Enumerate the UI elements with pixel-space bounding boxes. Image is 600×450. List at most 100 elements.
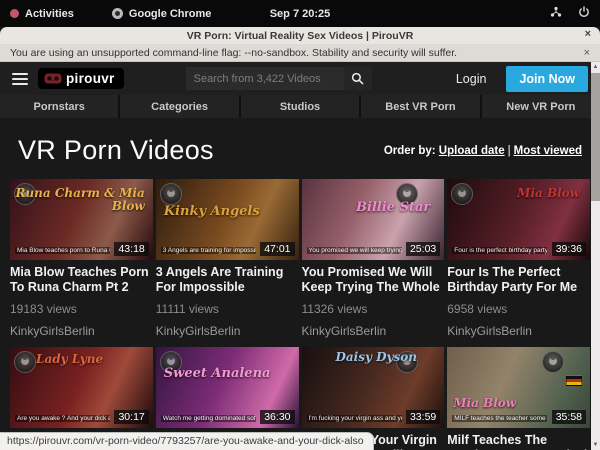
site-header: pirouvr Login Join Now	[0, 62, 600, 95]
studio-watermark-icon	[14, 351, 36, 373]
video-title[interactable]: You Promised We Will Keep Trying The Who…	[302, 265, 445, 295]
thumbnail-model-text: Daisy Dyson	[336, 351, 418, 364]
duration-badge: 43:18	[114, 242, 148, 256]
sort-link-most-viewed[interactable]: Most viewed	[514, 145, 582, 157]
thumbnail-caption: I'm fucking your virgin ass and you will…	[307, 415, 402, 422]
video-title[interactable]: Milf Teaches The Teacher Some Practical …	[447, 433, 590, 450]
video-title[interactable]: Four Is The Perfect Birthday Party For M…	[447, 265, 590, 295]
thumbnail-model-text: Sweet Analena	[164, 367, 271, 381]
order-by-label: Order by:	[384, 145, 436, 157]
video-studio-link[interactable]: KinkyGirlsBerlin	[10, 324, 153, 338]
thumbnail-caption: Mia Blow teaches porn to Runa Charm pt. …	[15, 247, 110, 254]
video-thumbnail[interactable]: Runa Charm & Mia Blow Mia Blow teaches p…	[10, 179, 153, 260]
scroll-up-icon[interactable]: ▲	[593, 62, 599, 72]
video-studio-link[interactable]: KinkyGirlsBerlin	[447, 324, 590, 338]
duration-badge: 25:03	[406, 242, 440, 256]
video-thumbnail[interactable]: Daisy Dyson I'm fucking your virgin ass …	[302, 347, 445, 428]
video-thumbnail[interactable]: Sweet Analena Watch me getting dominated…	[156, 347, 299, 428]
app-name-label: Google Chrome	[129, 8, 212, 20]
video-card[interactable]: Runa Charm & Mia Blow Mia Blow teaches p…	[10, 179, 153, 338]
duration-badge: 39:36	[552, 242, 586, 256]
studio-watermark-icon	[451, 183, 473, 205]
status-url-bubble: https://pirouvr.com/vr-porn-video/779325…	[0, 432, 374, 450]
chrome-app-icon	[112, 8, 123, 19]
site-logo[interactable]: pirouvr	[38, 68, 124, 89]
duration-badge: 35:58	[552, 410, 586, 424]
nav-item-categories[interactable]: Categories	[120, 95, 238, 118]
system-clock[interactable]: Sep 7 20:25	[0, 8, 600, 20]
login-link[interactable]: Login	[446, 72, 497, 86]
sort-separator: |	[508, 145, 511, 157]
nav-item-best-vr-porn[interactable]: Best VR Porn	[361, 95, 479, 118]
thumbnail-model-text: Mia Blow	[453, 397, 516, 410]
thumbnail-caption: 3 Angels are training for impossible mis…	[161, 247, 256, 254]
site-logo-text: pirouvr	[66, 71, 115, 86]
page-head: VR Porn Videos Order by: Upload date|Mos…	[0, 118, 600, 179]
video-thumbnail[interactable]: Kinky Angels 3 Angels are training for i…	[156, 179, 299, 260]
thumbnail-model-text: Lady Lyne	[36, 353, 103, 366]
site-nav: Pornstars Categories Studios Best VR Por…	[0, 95, 600, 118]
network-tray-icon[interactable]	[550, 6, 562, 21]
join-now-button[interactable]: Join Now	[506, 66, 588, 92]
video-thumbnail[interactable]: Billie Star You promised we will keep tr…	[302, 179, 445, 260]
window-titlebar: VR Porn: Virtual Reality Sex Videos | Pi…	[0, 27, 600, 44]
activities-label: Activities	[25, 8, 74, 20]
search-bar	[186, 67, 372, 90]
video-views: 19183 views	[10, 302, 153, 316]
studio-watermark-icon	[542, 351, 564, 373]
window-title: VR Porn: Virtual Reality Sex Videos | Pi…	[187, 30, 414, 42]
thumbnail-model-text: Billie Star	[356, 201, 430, 215]
video-thumbnail[interactable]: Lady Lyne Are you awake ? And your dick …	[10, 347, 153, 428]
recording-indicator-icon	[10, 9, 19, 18]
video-grid: Runa Charm & Mia Blow Mia Blow teaches p…	[0, 179, 600, 450]
scroll-down-icon[interactable]: ▼	[593, 440, 599, 450]
thumbnail-caption: MILF teaches the teacher some practical …	[452, 415, 547, 422]
duration-badge: 33:59	[406, 410, 440, 424]
duration-badge: 47:01	[260, 242, 294, 256]
search-button[interactable]	[344, 67, 372, 90]
duration-badge: 30:17	[114, 410, 148, 424]
page-title: VR Porn Videos	[18, 135, 214, 166]
video-card[interactable]: Mia Blow MILF teaches the teacher some p…	[447, 347, 590, 450]
video-views: 11326 views	[302, 302, 445, 316]
thumbnail-model-text: Kinky Angels	[164, 205, 260, 219]
nav-item-new-vr-porn[interactable]: New VR Porn	[482, 95, 600, 118]
order-by-controls: Order by: Upload date|Most viewed	[384, 145, 582, 157]
thumbnail-caption: Watch me getting dominated softly	[161, 415, 256, 422]
focused-app-menu[interactable]: Google Chrome	[112, 8, 212, 20]
infobar-close-icon[interactable]: ×	[584, 47, 590, 59]
thumbnail-caption: You promised we will keep trying the who…	[307, 247, 402, 254]
activities-button[interactable]: Activities	[10, 8, 74, 20]
video-title[interactable]: Mia Blow Teaches Porn To Runa Charm Pt 2	[10, 265, 153, 295]
search-input[interactable]	[186, 67, 344, 90]
search-icon	[351, 72, 364, 85]
video-title[interactable]: 3 Angels Are Training For Impossible Mis…	[156, 265, 299, 295]
studio-watermark-icon	[160, 183, 182, 205]
video-thumbnail[interactable]: Mia Blow MILF teaches the teacher some p…	[447, 347, 590, 428]
video-thumbnail[interactable]: Mia Blow Four is the perfect birthday pa…	[447, 179, 590, 260]
sort-link-upload-date[interactable]: Upload date	[439, 145, 505, 157]
scrollbar-thumb[interactable]	[591, 73, 600, 201]
video-studio-link[interactable]: KinkyGirlsBerlin	[156, 324, 299, 338]
window-close-icon[interactable]: ×	[585, 28, 591, 40]
menu-hamburger-icon[interactable]	[12, 73, 28, 85]
german-flag-graphic	[566, 375, 582, 386]
duration-badge: 36:30	[260, 410, 294, 424]
infobar-message: You are using an unsupported command-lin…	[10, 47, 457, 59]
thumbnail-caption: Are you awake ? And your dick also ?	[15, 415, 110, 422]
video-card[interactable]: Billie Star You promised we will keep tr…	[302, 179, 445, 338]
page-scrollbar[interactable]: ▲ ▼	[591, 62, 600, 450]
video-studio-link[interactable]: KinkyGirlsBerlin	[302, 324, 445, 338]
system-top-bar: Activities Google Chrome Sep 7 20:25	[0, 0, 600, 27]
video-card[interactable]: Mia Blow Four is the perfect birthday pa…	[447, 179, 590, 338]
thumbnail-caption: Four is the perfect birthday party for m…	[452, 247, 547, 254]
thumbnail-model-text: Runa Charm & Mia Blow	[10, 187, 145, 212]
power-icon[interactable]	[578, 6, 590, 21]
chrome-infobar: You are using an unsupported command-lin…	[0, 44, 600, 62]
thumbnail-model-text: Mia Blow	[517, 187, 580, 200]
nav-item-studios[interactable]: Studios	[241, 95, 359, 118]
desktop-screen: Activities Google Chrome Sep 7 20:25 VR …	[0, 0, 600, 450]
video-card[interactable]: Kinky Angels 3 Angels are training for i…	[156, 179, 299, 338]
nav-item-pornstars[interactable]: Pornstars	[0, 95, 118, 118]
video-views: 6958 views	[447, 302, 590, 316]
